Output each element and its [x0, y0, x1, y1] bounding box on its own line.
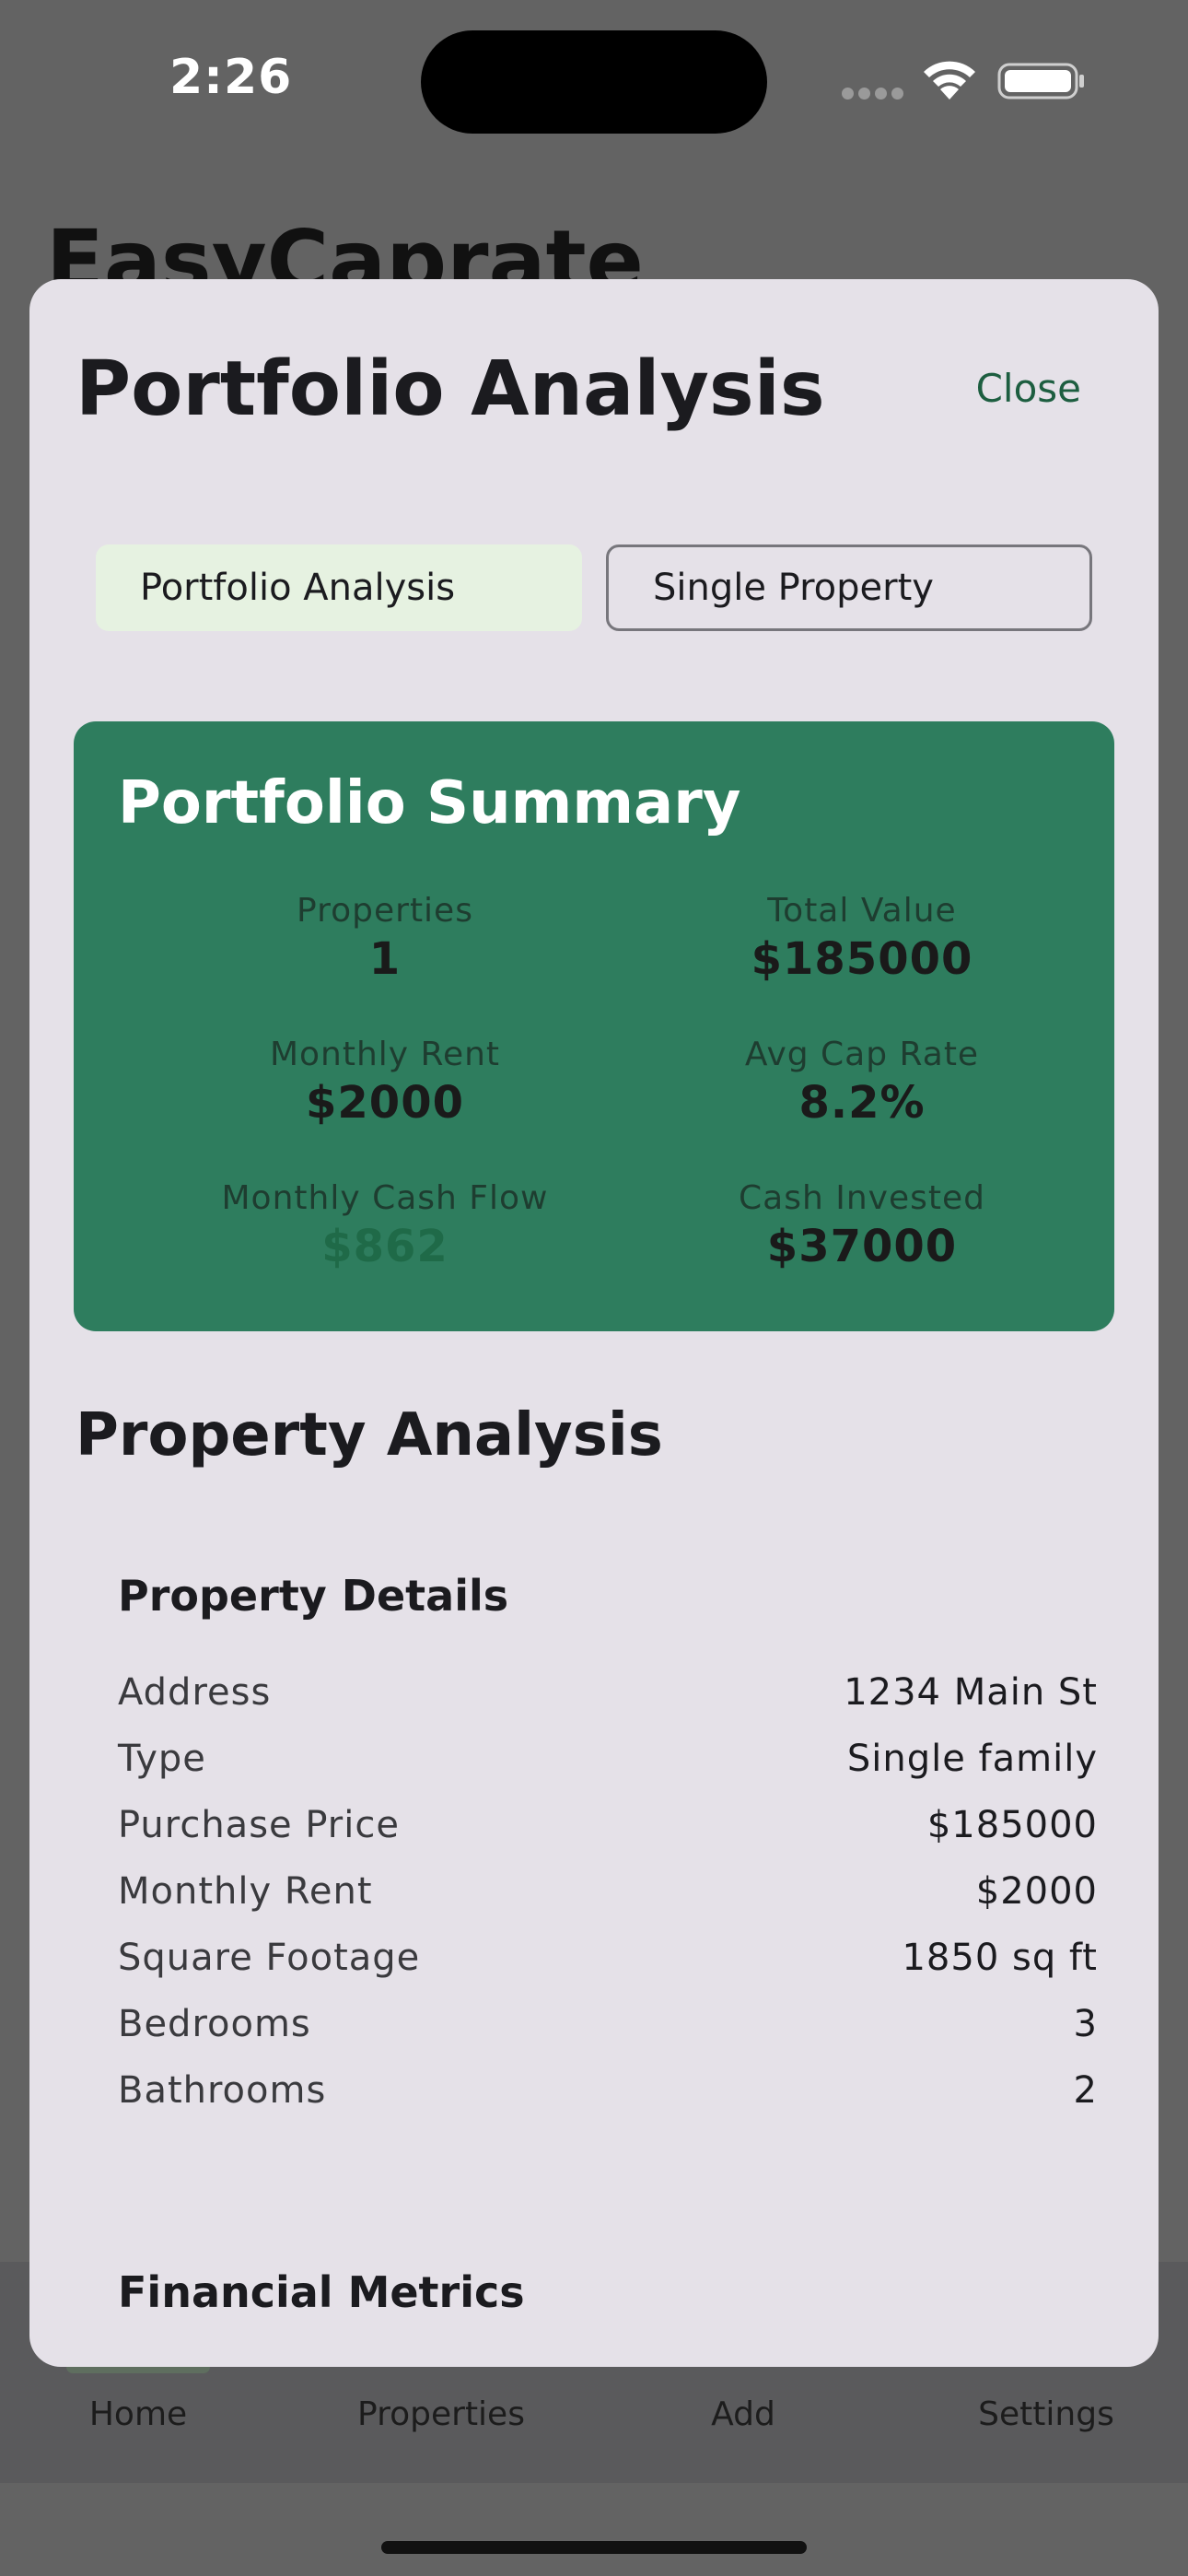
stat-label: Avg Cap Rate — [744, 1036, 980, 1073]
detail-value: 3 — [1073, 2003, 1098, 2045]
stat-label: Total Value — [767, 892, 957, 930]
tab-settings[interactable]: Settings — [978, 2395, 1114, 2433]
portfolio-analysis-sheet: Portfolio Analysis Close Portfolio Analy… — [29, 279, 1159, 2367]
detail-row-type: Type Single family — [118, 1726, 1098, 1792]
stat-value: $2000 — [306, 1077, 464, 1129]
detail-label: Square Footage — [118, 1937, 421, 1979]
segment-label: Portfolio Analysis — [140, 567, 456, 609]
financial-metrics-heading: Financial Metrics — [118, 2267, 525, 2317]
detail-label: Monthly Rent — [118, 1870, 373, 1913]
detail-label: Address — [118, 1671, 272, 1714]
stat-value: 8.2% — [798, 1077, 926, 1129]
detail-row-monthly-rent: Monthly Rent $2000 — [118, 1858, 1098, 1925]
segment-portfolio-analysis[interactable]: Portfolio Analysis — [96, 544, 582, 631]
stat-avg-cap-rate: Avg Cap Rate 8.2% — [623, 1035, 1101, 1130]
summary-title: Portfolio Summary — [118, 769, 741, 837]
stat-properties: Properties 1 — [146, 891, 624, 987]
segment-label: Single Property — [653, 567, 934, 609]
tab-home[interactable]: Home — [89, 2395, 187, 2433]
stat-value: $37000 — [766, 1221, 958, 1272]
close-button[interactable]: Close — [976, 366, 1081, 411]
tab-properties[interactable]: Properties — [357, 2395, 525, 2433]
detail-row-address: Address 1234 Main St — [118, 1659, 1098, 1726]
property-details-heading: Property Details — [118, 1571, 509, 1621]
stat-value: 1 — [368, 933, 402, 985]
detail-value: Single family — [846, 1738, 1098, 1780]
property-details-list: Address 1234 Main St Type Single family … — [118, 1659, 1098, 2124]
segment-single-property[interactable]: Single Property — [606, 544, 1092, 631]
detail-label: Bathrooms — [118, 2069, 327, 2112]
detail-value: 1850 sq ft — [902, 1937, 1098, 1979]
detail-value: 1234 Main St — [844, 1671, 1098, 1714]
stat-monthly-cash-flow: Monthly Cash Flow $862 — [146, 1178, 624, 1274]
sheet-title: Portfolio Analysis — [76, 345, 825, 433]
detail-label: Bedrooms — [118, 2003, 311, 2045]
stat-label: Cash Invested — [739, 1179, 985, 1217]
status-time: 2:26 — [169, 50, 293, 105]
detail-row-bedrooms: Bedrooms 3 — [118, 1991, 1098, 2057]
stat-label: Monthly Rent — [269, 1036, 501, 1073]
detail-value: 2 — [1073, 2069, 1098, 2112]
stat-value: $862 — [321, 1221, 448, 1272]
cellular-signal-icon — [842, 86, 908, 100]
stat-total-value: Total Value $185000 — [623, 891, 1101, 987]
stat-value: $185000 — [751, 933, 973, 985]
stat-label: Monthly Cash Flow — [221, 1179, 549, 1217]
detail-value: $2000 — [975, 1870, 1098, 1913]
detail-label: Purchase Price — [118, 1804, 400, 1846]
battery-icon — [997, 63, 1084, 100]
detail-row-purchase-price: Purchase Price $185000 — [118, 1792, 1098, 1858]
property-analysis-heading: Property Analysis — [76, 1401, 663, 1469]
detail-row-bathrooms: Bathrooms 2 — [118, 2057, 1098, 2124]
detail-row-square-footage: Square Footage 1850 sq ft — [118, 1925, 1098, 1991]
stat-label: Properties — [297, 892, 473, 930]
stat-cash-invested: Cash Invested $37000 — [623, 1178, 1101, 1274]
wifi-icon — [924, 61, 975, 100]
detail-label: Type — [118, 1738, 206, 1780]
home-indicator[interactable] — [381, 2541, 807, 2554]
portfolio-summary-card: Portfolio Summary Properties 1 Total Val… — [74, 721, 1114, 1331]
status-bar: 2:26 — [0, 0, 1188, 138]
tab-add[interactable]: Add — [711, 2395, 775, 2433]
stat-monthly-rent: Monthly Rent $2000 — [146, 1035, 624, 1130]
detail-value: $185000 — [926, 1804, 1098, 1846]
dynamic-island — [421, 30, 767, 134]
